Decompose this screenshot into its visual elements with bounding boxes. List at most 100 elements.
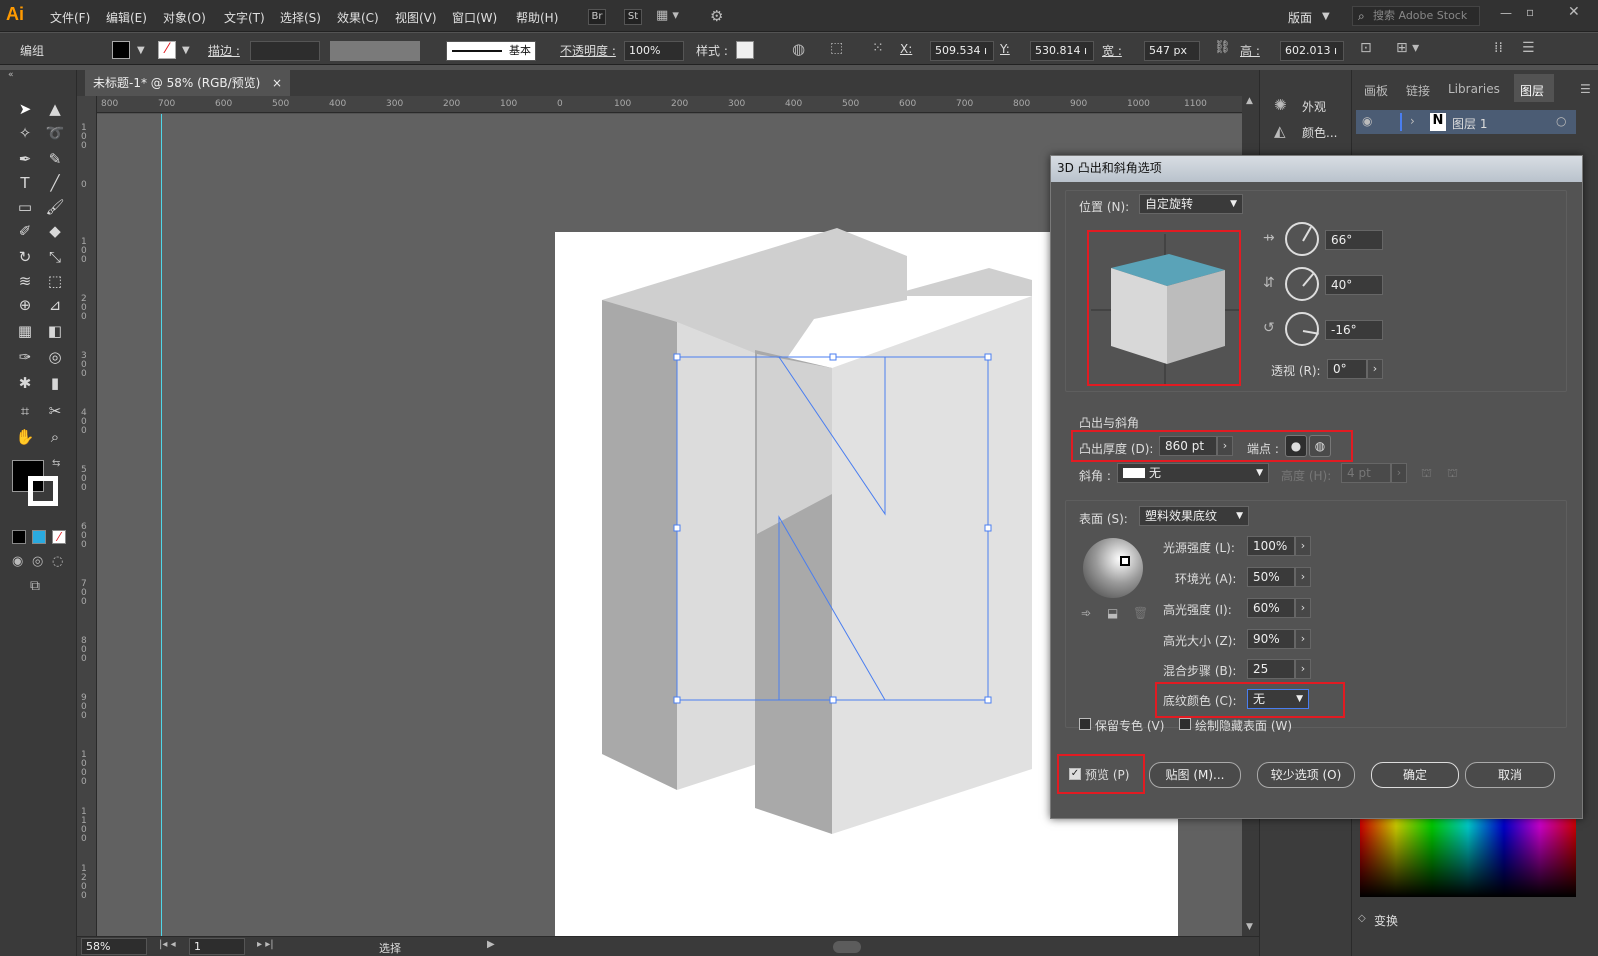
close-window-icon[interactable]: ✕ xyxy=(1568,4,1580,20)
gradient-mode-icon[interactable] xyxy=(32,530,46,544)
arrange-icon[interactable]: ⁞⁞ xyxy=(1494,40,1503,56)
hand-tool-icon[interactable]: ✋ xyxy=(12,426,38,448)
expand-layer-icon[interactable]: › xyxy=(1410,114,1415,128)
isolate-group-icon[interactable]: ⊞ ▾ xyxy=(1396,40,1419,56)
tab-layers[interactable]: 图层 xyxy=(1514,74,1554,102)
highlight-intensity-slider-button[interactable]: › xyxy=(1295,598,1311,618)
lasso-tool-icon[interactable]: ➰ xyxy=(42,122,68,144)
collapse-toolbar-icon[interactable]: « xyxy=(8,70,14,80)
lighting-sphere[interactable] xyxy=(1083,538,1143,598)
layer-name[interactable]: 图层 1 xyxy=(1452,115,1487,132)
menu-type[interactable]: 文字(T) xyxy=(224,9,265,26)
document-tab[interactable]: 未标题-1* @ 58% (RGB/预览) × xyxy=(85,70,290,96)
horizontal-scroll-thumb[interactable] xyxy=(833,941,861,953)
selection-handle[interactable] xyxy=(673,353,681,361)
tab-links[interactable]: 链接 xyxy=(1406,82,1430,99)
ambient-light-field[interactable]: 50% xyxy=(1247,567,1295,587)
pen-tool-icon[interactable]: ✒ xyxy=(12,148,38,170)
curvature-tool-icon[interactable]: ✎ xyxy=(42,148,68,170)
scroll-down-icon[interactable]: ▼ xyxy=(1246,922,1253,932)
draw-normal-icon[interactable]: ◉ xyxy=(12,554,23,569)
highlight-size-slider-button[interactable]: › xyxy=(1295,629,1311,649)
x-rotation-dial[interactable] xyxy=(1285,222,1319,256)
z-rotation-dial[interactable] xyxy=(1285,312,1319,346)
rotate-tool-icon[interactable]: ↻ xyxy=(12,246,38,268)
appearance-panel-label[interactable]: 外观 xyxy=(1302,98,1326,115)
menu-select[interactable]: 选择(S) xyxy=(280,9,321,26)
panel-menu-icon[interactable]: ☰ xyxy=(1522,40,1535,56)
selection-handle[interactable] xyxy=(673,696,681,704)
cancel-button[interactable]: 取消 xyxy=(1465,762,1555,788)
artboard-tool-icon[interactable]: ⌗ xyxy=(12,400,38,422)
x-rotation-field[interactable]: 66° xyxy=(1325,230,1383,250)
transform-panel-label[interactable]: 变换 xyxy=(1374,912,1398,929)
blend-steps-slider-button[interactable]: › xyxy=(1295,659,1311,679)
draw-inside-icon[interactable]: ◌ xyxy=(52,554,63,569)
last-artboard-icon[interactable]: ▸ ▸| xyxy=(257,939,274,950)
rotation-cube-preview[interactable] xyxy=(1091,234,1239,384)
color-mode-icon[interactable] xyxy=(12,530,26,544)
menu-view[interactable]: 视图(V) xyxy=(395,9,437,26)
search-adobe-stock-input[interactable]: 搜索 Adobe Stock xyxy=(1352,6,1480,26)
eyedropper-tool-icon[interactable]: ✑ xyxy=(12,346,38,368)
minimize-icon[interactable]: — xyxy=(1500,6,1512,20)
scale-tool-icon[interactable]: ⤡ xyxy=(42,246,68,268)
menu-file[interactable]: 文件(F) xyxy=(50,9,90,26)
line-segment-tool-icon[interactable]: ╱ xyxy=(42,172,68,194)
cap-off-icon[interactable]: ◍ xyxy=(1309,435,1331,457)
color-icon[interactable]: ◭ xyxy=(1274,122,1286,140)
gradient-tool-icon[interactable]: ◧ xyxy=(42,320,68,342)
warp-tool-icon[interactable]: ≋ xyxy=(12,270,38,292)
fill-swatch[interactable] xyxy=(112,41,130,59)
draw-hidden-faces-checkbox[interactable] xyxy=(1179,718,1191,730)
blend-tool-icon[interactable]: ◎ xyxy=(42,346,68,368)
variable-width-profile[interactable] xyxy=(330,41,420,61)
free-transform-tool-icon[interactable]: ⬚ xyxy=(42,270,68,292)
y-position-field[interactable]: 530.814 ı xyxy=(1030,41,1094,61)
fewer-options-button[interactable]: 较少选项 (O) xyxy=(1257,762,1355,788)
close-tab-icon[interactable]: × xyxy=(272,70,282,96)
type-tool-icon[interactable]: T xyxy=(12,172,38,194)
slice-tool-icon[interactable]: ✂ xyxy=(42,400,68,422)
y-rotation-dial[interactable] xyxy=(1285,267,1319,301)
cap-on-icon[interactable]: ● xyxy=(1285,435,1307,457)
zoom-tool-icon[interactable]: ⌕ xyxy=(42,426,68,448)
constrain-proportions-icon[interactable]: ⛓ xyxy=(1214,40,1231,55)
light-source-handle[interactable] xyxy=(1120,556,1130,566)
workspace-switcher[interactable]: 版面 xyxy=(1288,9,1312,26)
y-rotation-field[interactable]: 40° xyxy=(1325,275,1383,295)
menu-help[interactable]: 帮助(H) xyxy=(516,9,558,26)
depth-slider-button[interactable]: › xyxy=(1217,436,1233,456)
perspective-slider-button[interactable]: › xyxy=(1367,359,1383,379)
appearance-icon[interactable]: ✺ xyxy=(1274,96,1287,114)
width-field[interactable]: 547 px xyxy=(1144,41,1200,61)
menu-object[interactable]: 对象(O) xyxy=(163,9,206,26)
eraser-tool-icon[interactable]: ◆ xyxy=(42,220,68,242)
position-select[interactable]: 自定旋转 ▼ xyxy=(1139,194,1243,214)
panel-menu-icon[interactable]: ☰ xyxy=(1580,82,1591,96)
x-label[interactable]: X: xyxy=(900,42,912,56)
highlight-intensity-field[interactable]: 60% xyxy=(1247,598,1295,618)
mesh-tool-icon[interactable]: ▦ xyxy=(12,320,38,342)
recolor-artwork-icon[interactable]: ◍ xyxy=(792,40,805,58)
perspective-grid-tool-icon[interactable]: ⊿ xyxy=(42,294,68,316)
symbol-sprayer-tool-icon[interactable]: ✱ xyxy=(12,372,38,394)
rectangle-tool-icon[interactable]: ▭ xyxy=(12,196,38,218)
target-icon[interactable]: ○ xyxy=(1556,114,1566,128)
light-intensity-field[interactable]: 100% xyxy=(1247,536,1295,556)
selection-tool-icon[interactable]: ➤ xyxy=(12,98,38,120)
opacity-field[interactable]: 100% xyxy=(624,41,684,61)
x-position-field[interactable]: 509.534 ı xyxy=(930,41,994,61)
none-mode-icon[interactable]: ⁄ xyxy=(52,530,66,544)
artboard-number-field[interactable]: 1 xyxy=(189,938,245,955)
stroke-color-box[interactable] xyxy=(28,476,58,506)
new-light-icon[interactable]: ⬓ xyxy=(1107,606,1118,620)
transform-icon[interactable]: ⊡ xyxy=(1360,40,1372,56)
graphic-style-swatch[interactable] xyxy=(736,41,754,59)
bevel-select[interactable]: 无 ▼ xyxy=(1117,463,1269,483)
stroke-weight-field[interactable] xyxy=(250,41,320,61)
selection-handle[interactable] xyxy=(829,696,837,704)
extrude-depth-field[interactable]: 860 pt xyxy=(1159,436,1217,456)
shape-builder-tool-icon[interactable]: ⊕ xyxy=(12,294,38,316)
swap-fill-stroke-icon[interactable]: ⇆ xyxy=(52,458,60,469)
